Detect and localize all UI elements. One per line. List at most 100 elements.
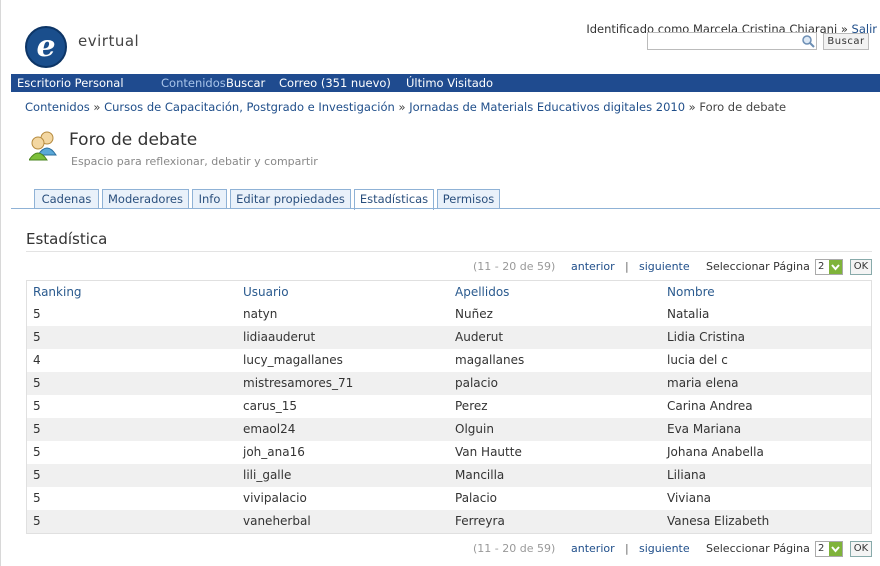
table-row: 5 lidiaauderut Auderut Lidia Cristina [27, 326, 871, 349]
header-ranking[interactable]: Ranking [33, 281, 82, 303]
page-title: Foro de debate [69, 130, 198, 150]
cell-usuario: natyn [243, 307, 278, 321]
chevron-down-icon[interactable] [829, 542, 842, 556]
breadcrumb-contenidos[interactable]: Contenidos [25, 100, 90, 114]
users-forum-icon [29, 131, 57, 161]
breadcrumb: Contenidos » Cursos de Capacitación, Pos… [25, 100, 786, 114]
cell-ranking: 5 [33, 399, 41, 413]
cell-ranking: 5 [33, 376, 41, 390]
pager-next-link[interactable]: siguiente [639, 260, 690, 273]
section-divider [26, 251, 872, 252]
cell-apellidos: Auderut [455, 330, 504, 344]
cell-usuario: mistresamores_71 [243, 376, 354, 390]
tab-cadenas[interactable]: Cadenas [34, 189, 99, 209]
table-row: 5 lili_galle Mancilla Liliana [27, 464, 871, 487]
breadcrumb-current: Foro de debate [699, 100, 787, 114]
pager-next-link[interactable]: siguiente [639, 542, 690, 555]
cell-usuario: lucy_magallanes [243, 353, 343, 367]
cell-apellidos: Mancilla [455, 468, 505, 482]
table-row: 5 natyn Nuñez Natalia [27, 303, 871, 326]
table-row: 5 carus_15 Perez Carina Andrea [27, 395, 871, 418]
cell-apellidos: Olguin [455, 422, 494, 436]
table-row: 5 joh_ana16 Van Hautte Johana Anabella [27, 441, 871, 464]
page-select[interactable]: 2 [815, 259, 843, 275]
search-button[interactable]: Buscar [823, 33, 869, 50]
tab-estadisticas[interactable]: Estadísticas [354, 189, 434, 210]
search-input[interactable] [647, 32, 817, 50]
section-title: Estadística [26, 230, 108, 248]
site-name[interactable]: evirtual [78, 32, 139, 50]
pager-bottom: (11 - 20 de 59) anterior | siguiente Sel… [1, 541, 880, 560]
pager-range: (11 - 20 de 59) [473, 542, 556, 555]
page-select-value: 2 [818, 261, 825, 272]
breadcrumb-separator: » [394, 100, 410, 114]
cell-nombre: Lidia Cristina [667, 330, 746, 344]
page-select[interactable]: 2 [815, 541, 843, 557]
site-logo[interactable]: e [25, 26, 67, 68]
cell-apellidos: Ferreyra [455, 514, 505, 528]
cell-ranking: 5 [33, 445, 41, 459]
pager-separator: | [625, 260, 629, 273]
nav-escritorio[interactable]: Escritorio Personal [17, 74, 124, 92]
tabs-divider [11, 208, 880, 209]
pager-top: (11 - 20 de 59) anterior | siguiente Sel… [1, 259, 880, 278]
table-header-row: Ranking Usuario Apellidos Nombre [27, 281, 871, 303]
nav-buscar[interactable]: Buscar [226, 74, 265, 92]
pager-ok-button[interactable]: OK [850, 259, 872, 275]
nav-contenidos[interactable]: Contenidos [161, 74, 226, 92]
chevron-down-icon[interactable] [829, 260, 842, 274]
cell-nombre: maria elena [667, 376, 739, 390]
cell-ranking: 4 [33, 353, 41, 367]
cell-apellidos: magallanes [455, 353, 525, 367]
table-row: 5 emaol24 Olguin Eva Mariana [27, 418, 871, 441]
magnifier-icon[interactable] [801, 34, 815, 48]
cell-nombre: Liliana [667, 468, 706, 482]
page-select-value: 2 [818, 543, 825, 554]
pager-range: (11 - 20 de 59) [473, 260, 556, 273]
breadcrumb-jornadas[interactable]: Jornadas de Materials Educativos digital… [409, 100, 685, 114]
pager-select-label: Seleccionar Página [706, 260, 810, 273]
cell-ranking: 5 [33, 422, 41, 436]
tab-moderadores[interactable]: Moderadores [102, 189, 189, 209]
header-usuario[interactable]: Usuario [243, 281, 289, 303]
table-row: 5 mistresamores_71 palacio maria elena [27, 372, 871, 395]
tab-permisos[interactable]: Permisos [437, 189, 500, 209]
cell-usuario: emaol24 [243, 422, 296, 436]
page: e evirtual Identificado como Marcela Cri… [0, 0, 880, 566]
breadcrumb-cursos[interactable]: Cursos de Capacitación, Postgrado e Inve… [104, 100, 395, 114]
header-nombre[interactable]: Nombre [667, 281, 715, 303]
tab-editar-propiedades[interactable]: Editar propiedades [230, 189, 351, 209]
cell-apellidos: Nuñez [455, 307, 493, 321]
cell-usuario: vaneherbal [243, 514, 311, 528]
nav-correo[interactable]: Correo (351 nuevo) [279, 74, 391, 92]
cell-ranking: 5 [33, 514, 41, 528]
cell-usuario: lidiaauderut [243, 330, 316, 344]
pager-prev-link[interactable]: anterior [571, 260, 615, 273]
page-subtitle: Espacio para reflexionar, debatir y comp… [71, 155, 318, 168]
cell-apellidos: Palacio [455, 491, 498, 505]
cell-nombre: Eva Mariana [667, 422, 742, 436]
cell-usuario: joh_ana16 [243, 445, 305, 459]
cell-usuario: vivipalacio [243, 491, 307, 505]
cell-nombre: Johana Anabella [667, 445, 764, 459]
cell-ranking: 5 [33, 491, 41, 505]
cell-ranking: 5 [33, 307, 41, 321]
table-row: 5 vaneherbal Ferreyra Vanesa Elizabeth [27, 510, 871, 533]
cell-nombre: Natalia [667, 307, 710, 321]
cell-nombre: Vanesa Elizabeth [667, 514, 770, 528]
pager-ok-button[interactable]: OK [850, 541, 872, 557]
cell-ranking: 5 [33, 330, 41, 344]
nav-ultimo-visitado[interactable]: Último Visitado [406, 74, 493, 92]
pager-prev-link[interactable]: anterior [571, 542, 615, 555]
stats-table: Ranking Usuario Apellidos Nombre 5 natyn N… [26, 280, 872, 534]
cell-nombre: Viviana [667, 491, 712, 505]
cell-apellidos: Perez [455, 399, 488, 413]
pager-select-label: Seleccionar Página [706, 542, 810, 555]
header-apellidos[interactable]: Apellidos [455, 281, 509, 303]
table-row: 4 lucy_magallanes magallanes lucia del c [27, 349, 871, 372]
table-row: 5 vivipalacio Palacio Viviana [27, 487, 871, 510]
tab-info[interactable]: Info [192, 189, 227, 209]
breadcrumb-separator: » [685, 100, 700, 114]
breadcrumb-separator: » [89, 100, 105, 114]
cell-nombre: Carina Andrea [667, 399, 753, 413]
